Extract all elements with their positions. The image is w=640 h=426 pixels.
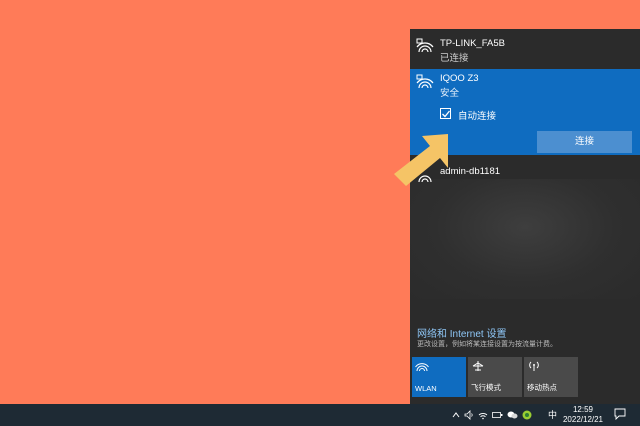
quick-action-wlan[interactable]: WLAN: [412, 357, 466, 397]
network-item-tp-link[interactable]: TP-LINK_FA5B 已连接: [410, 29, 640, 67]
taskbar: 中 12:59 2022/12/21: [0, 404, 640, 426]
network-status: 已连接: [440, 53, 469, 64]
checkmark-icon: [442, 110, 451, 118]
system-tray: [452, 404, 536, 426]
battery-icon[interactable]: [492, 410, 503, 420]
quick-action-mobile-hotspot[interactable]: 移动热点: [524, 357, 578, 397]
quick-action-label: 移动热点: [527, 383, 557, 392]
chevron-up-icon[interactable]: [452, 411, 460, 419]
wechat-icon[interactable]: [507, 410, 518, 420]
network-name: IQOO Z3: [440, 73, 479, 84]
notification-icon[interactable]: [614, 408, 626, 420]
network-settings-link[interactable]: 网络和 Internet 设置: [417, 325, 506, 340]
clock-time: 12:59: [572, 405, 594, 414]
annotation-arrow-icon: [394, 134, 448, 186]
network-status: 安全: [440, 88, 460, 99]
wifi-icon[interactable]: [478, 410, 488, 420]
input-method-indicator[interactable]: 中: [548, 408, 557, 421]
wifi-secured-icon: [416, 74, 434, 89]
clock-date: 2022/12/21: [562, 415, 604, 424]
network-flyout: TP-LINK_FA5B 已连接 IQOO Z3 安全 自动连接 连接 admi…: [410, 29, 640, 404]
clock[interactable]: 12:59 2022/12/21: [560, 405, 606, 425]
connect-button[interactable]: 连接: [537, 131, 632, 153]
network-settings-description: 更改设置，例如将某连接设置为按流量计费。: [417, 341, 557, 348]
volume-icon[interactable]: [464, 410, 474, 420]
wifi-secured-icon: [416, 38, 434, 53]
wifi-icon: [415, 363, 429, 372]
auto-connect-checkbox[interactable]: [440, 108, 451, 119]
quick-action-label: WLAN: [415, 384, 437, 393]
hotspot-icon: [529, 361, 539, 371]
quick-action-label: 飞行模式: [471, 383, 501, 392]
auto-connect-label: 自动连接: [458, 111, 497, 122]
airplane-icon: [472, 361, 484, 371]
network-name: TP-LINK_FA5B: [440, 38, 505, 49]
desktop-background: [0, 0, 410, 404]
quick-action-airplane-mode[interactable]: 飞行模式: [468, 357, 522, 397]
app-tray-icon[interactable]: [522, 410, 532, 420]
